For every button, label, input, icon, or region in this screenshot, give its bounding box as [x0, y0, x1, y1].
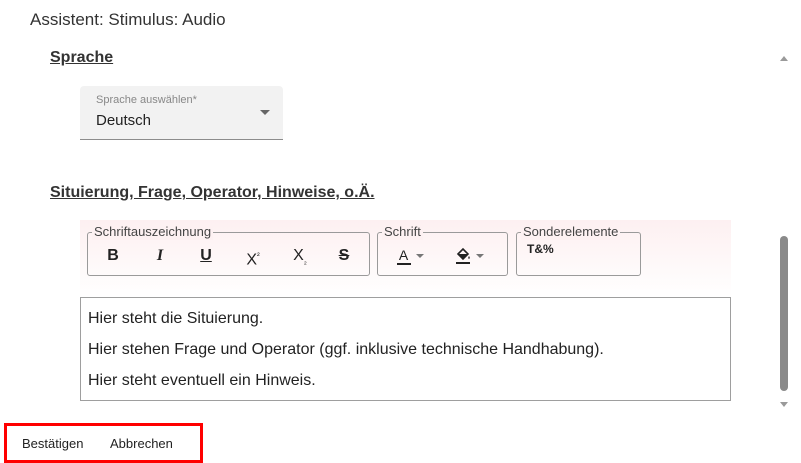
toolbar-group-formatting-label: Schriftauszeichnung — [92, 224, 214, 240]
superscript-icon-mark: ² — [257, 251, 260, 260]
editor-line: Hier steht eventuell ein Hinweis. — [88, 372, 316, 389]
toolbar-group-font-label: Schrift — [382, 224, 423, 240]
situierung-heading: Situierung, Frage, Operator, Hinweise, o… — [50, 184, 375, 201]
toolbar-group-special-label: Sonderelemente — [521, 224, 621, 240]
vertical-scrollbar[interactable] — [777, 44, 791, 417]
subscript-icon-mark: ₂ — [303, 257, 307, 267]
scroll-down-arrow-icon[interactable] — [780, 402, 788, 407]
chevron-down-icon — [475, 253, 484, 258]
strikethrough-button[interactable]: S — [336, 245, 352, 267]
editor-line: Hier stehen Frage und Operator (ggf. ink… — [88, 341, 604, 358]
editor-toolbar: Schriftauszeichnung B I U X² X₂ S Schrif… — [80, 220, 731, 298]
toolbar-group-formatting: Schriftauszeichnung B I U X² X₂ S — [87, 224, 370, 276]
chevron-down-icon — [260, 110, 270, 115]
confirm-button[interactable]: Bestätigen — [22, 436, 83, 451]
toolbar-group-special: Sonderelemente T&% — [516, 224, 641, 276]
dialog-content: Sprache Sprache auswählen* Deutsch Situi… — [30, 44, 771, 417]
subscript-icon-base: X — [293, 247, 304, 264]
language-select-value: Deutsch — [96, 112, 152, 129]
superscript-icon-base: X — [246, 251, 257, 269]
italic-button[interactable]: I — [153, 245, 167, 267]
chevron-down-icon — [415, 253, 424, 258]
bold-button[interactable]: B — [106, 245, 120, 267]
scroll-up-arrow-icon[interactable] — [780, 56, 788, 61]
dialog-title: Assistent: Stimulus: Audio — [30, 10, 226, 29]
cancel-button[interactable]: Abbrechen — [110, 436, 173, 451]
text-editor[interactable]: Hier steht die Situierung. Hier stehen F… — [80, 297, 731, 401]
dialog-actions: Bestätigen Abbrechen — [4, 423, 203, 463]
superscript-button[interactable]: X² — [243, 245, 263, 269]
subscript-button[interactable]: X₂ — [290, 245, 310, 267]
background-color-button[interactable] — [446, 245, 492, 267]
editor-line: Hier steht die Situierung. — [88, 310, 264, 327]
language-select-label: Sprache auswählen* — [96, 94, 197, 106]
paint-bucket-icon — [455, 247, 470, 264]
special-characters-icon[interactable]: T&% — [527, 243, 554, 266]
font-color-icon: A — [396, 247, 411, 265]
scrollbar-thumb[interactable] — [780, 236, 788, 391]
font-color-button[interactable]: A — [392, 245, 428, 267]
underline-button[interactable]: U — [198, 245, 214, 267]
language-select[interactable]: Sprache auswählen* Deutsch — [80, 86, 283, 140]
toolbar-group-font: Schrift A — [377, 224, 508, 276]
sprache-heading: Sprache — [50, 49, 114, 66]
